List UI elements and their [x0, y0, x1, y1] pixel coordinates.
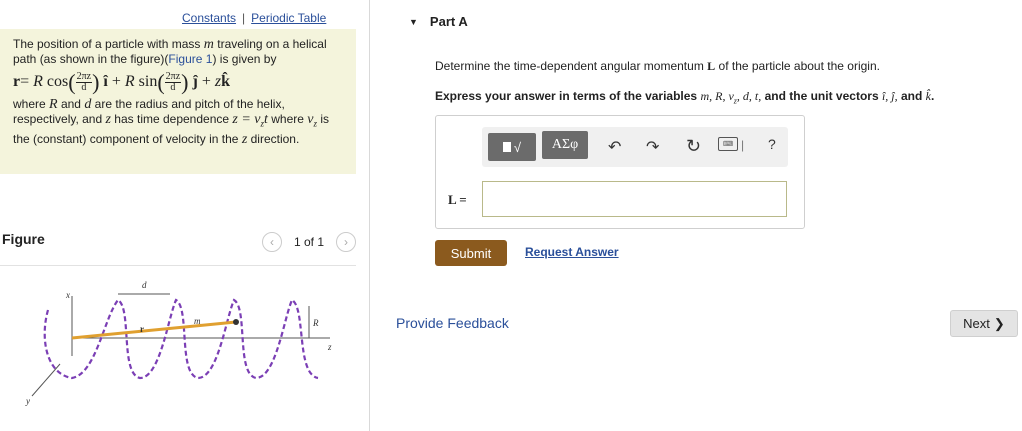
constants-link[interactable]: Constants: [182, 11, 236, 25]
eq-R2: R: [124, 73, 135, 90]
undo-icon[interactable]: ↶: [608, 137, 621, 157]
template-block-icon: [502, 142, 511, 152]
problem-intro: The position of a particle with mass m t…: [13, 37, 343, 67]
question-text: Determine the time-dependent angular mom…: [435, 59, 880, 73]
figure-pager: ‹ 1 of 1 ›: [261, 232, 356, 252]
mass-label: m: [194, 316, 201, 326]
submit-button[interactable]: Submit: [435, 240, 507, 266]
y-axis-label: y: [25, 396, 30, 406]
question-L: L: [707, 59, 716, 73]
position-vector-label: r: [140, 324, 144, 334]
redo-icon[interactable]: ↷: [646, 137, 659, 157]
problem-description: where R and d are the radius and pitch o…: [13, 97, 330, 147]
next-figure-button[interactable]: ›: [336, 232, 356, 252]
answer-input[interactable]: [482, 181, 787, 217]
eq-equals: =: [20, 73, 30, 90]
eq-sin: sin: [138, 73, 158, 90]
eq-j: ĵ: [192, 73, 198, 90]
eq-R: R: [33, 73, 43, 90]
helix-figure: x y z d R r m: [25, 280, 332, 406]
position-vector: [71, 320, 237, 340]
sqrt-icon: √: [513, 139, 522, 155]
left-pane: Constants | Periodic Table The position …: [0, 0, 370, 431]
helix-coils: [43, 298, 319, 380]
intro-text-3: ) is given by: [212, 52, 277, 66]
position-equation: r= R cos(2πz d) î + R sin(2πz d) ĵ + zk̂: [13, 69, 230, 95]
help-icon[interactable]: ?: [768, 136, 776, 152]
reset-icon[interactable]: ↻: [686, 136, 701, 157]
eq-k: k̂: [221, 73, 230, 90]
eq-i: î: [103, 73, 108, 90]
figure-header: Figure ‹ 1 of 1 ›: [0, 231, 356, 266]
y-axis-line: [31, 363, 61, 397]
figure-link[interactable]: Figure 1: [168, 52, 212, 66]
request-answer-link[interactable]: Request Answer: [525, 245, 619, 259]
resource-links: Constants | Periodic Table: [182, 11, 326, 25]
answer-panel: √ ΑΣφ ↶ ↷ ↻ ⌨ | ? L =: [435, 115, 805, 229]
greek-symbols-button[interactable]: ΑΣφ: [542, 131, 588, 159]
provide-feedback-link[interactable]: Provide Feedback: [396, 315, 509, 331]
instruction-text: Express your answer in terms of the vari…: [435, 89, 935, 106]
periodic-table-link[interactable]: Periodic Table: [251, 11, 326, 25]
eq-cos: cos: [46, 73, 69, 90]
intro-text: The position of a particle with mass: [13, 37, 201, 51]
templates-button[interactable]: √: [488, 133, 536, 161]
figure-page-count: 1 of 1: [293, 235, 324, 249]
next-button[interactable]: Next ❯: [950, 310, 1018, 337]
math-toolbar: √ ΑΣφ ↶ ↷ ↻ ⌨ | ?: [482, 127, 788, 167]
link-separator: |: [242, 11, 246, 25]
collapse-triangle-icon[interactable]: ▼: [409, 17, 418, 27]
next-label: Next: [963, 316, 990, 331]
toolbar-divider: |: [741, 138, 745, 152]
mass-variable: m: [203, 37, 214, 52]
chevron-right-icon: ❯: [993, 315, 1005, 331]
x-axis-label: x: [65, 290, 70, 300]
fraction-1: 2πz d: [75, 70, 93, 93]
figure-title: Figure: [2, 231, 45, 247]
prev-figure-button[interactable]: ‹: [261, 232, 282, 252]
answer-label: L =: [448, 192, 467, 207]
problem-statement: The position of a particle with mass m t…: [0, 29, 356, 174]
eq-plus: +: [111, 73, 121, 90]
part-title: Part A: [429, 14, 468, 29]
radius-label: R: [312, 318, 319, 328]
keyboard-icon[interactable]: ⌨: [718, 137, 738, 151]
fraction-2: 2πz d: [164, 70, 182, 93]
pitch-label: d: [142, 280, 147, 290]
particle: [233, 319, 239, 325]
z-axis-label: z: [327, 342, 332, 352]
right-pane: ▼ Part A Determine the time-dependent an…: [371, 0, 1022, 431]
part-a-header[interactable]: ▼ Part A: [409, 14, 468, 29]
eq-plus2: +: [201, 73, 211, 90]
